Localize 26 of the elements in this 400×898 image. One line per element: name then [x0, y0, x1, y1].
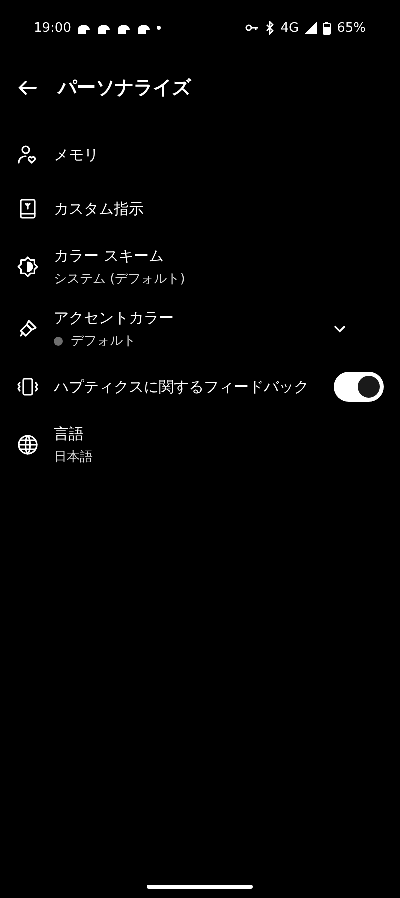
- notification-icon: [117, 22, 132, 34]
- item-title[interactable]: ハプティクスに関するフィードバック: [54, 376, 310, 398]
- vibration-icon: [16, 375, 40, 399]
- item-title[interactable]: カラー スキーム: [54, 246, 316, 267]
- page-title: パーソナライズ: [58, 76, 191, 101]
- notification-icon: [77, 22, 92, 34]
- bluetooth-icon: [264, 21, 275, 35]
- item-title[interactable]: カスタム指示: [54, 198, 316, 220]
- toggle-switch[interactable]: [334, 372, 384, 402]
- network-type: 4G: [280, 20, 300, 36]
- signal-icon: [305, 22, 318, 34]
- item-value: 日本語: [54, 449, 94, 466]
- brightness-icon: [16, 255, 40, 279]
- notification-icon: [137, 22, 152, 34]
- battery-percent: 65%: [337, 20, 366, 36]
- item-value: システム (デフォルト): [54, 271, 186, 288]
- item-title[interactable]: メモリ: [54, 144, 316, 166]
- more-notifications-icon: [157, 26, 162, 30]
- item-title[interactable]: 言語: [54, 424, 316, 445]
- battery-icon: [323, 22, 332, 34]
- key-icon: [244, 23, 259, 33]
- item-value: デフォルト: [71, 333, 136, 350]
- globe-icon: [16, 433, 40, 457]
- item-title[interactable]: アクセントカラー: [54, 308, 316, 329]
- clock: 19:00: [34, 20, 72, 36]
- notification-icon: [97, 22, 112, 34]
